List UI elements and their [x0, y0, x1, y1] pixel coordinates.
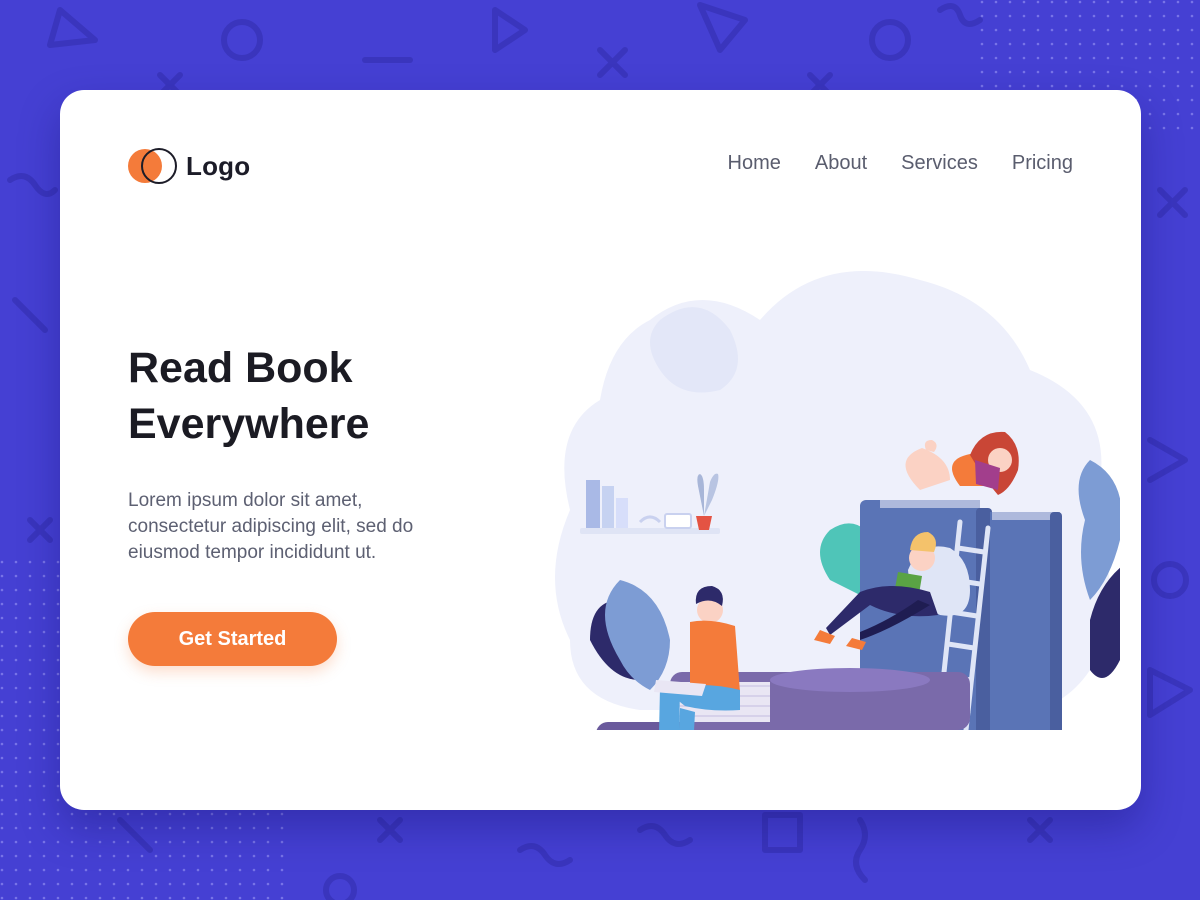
reading-illustration	[555, 271, 1120, 730]
nav-about[interactable]: About	[815, 152, 867, 175]
hero-description: Lorem ipsum dolor sit amet, consectetur …	[128, 488, 468, 566]
hero-title-line1: Read Book	[128, 344, 353, 392]
main-nav: Home About Services Pricing	[728, 152, 1073, 175]
logo-text: Logo	[186, 150, 251, 181]
hero-description-line1: Lorem ipsum dolor sit amet,	[128, 490, 363, 511]
nav-services[interactable]: Services	[901, 152, 978, 175]
nav-home[interactable]: Home	[728, 152, 781, 175]
landing-card: Logo Home About Services Pricing Read Bo…	[60, 90, 1141, 810]
hero-title: Read Book Everywhere	[128, 340, 508, 452]
hero-description-line3: eiusmod tempor incididunt ut.	[128, 542, 377, 563]
nav-pricing[interactable]: Pricing	[1012, 152, 1073, 175]
logo[interactable]: Logo	[128, 146, 250, 186]
overlapping-circles-icon	[128, 148, 177, 184]
hero-title-line2: Everywhere	[128, 400, 370, 448]
hero-description-line2: consectetur adipiscing elit, sed do	[128, 516, 414, 537]
get-started-button[interactable]: Get Started	[128, 612, 337, 666]
